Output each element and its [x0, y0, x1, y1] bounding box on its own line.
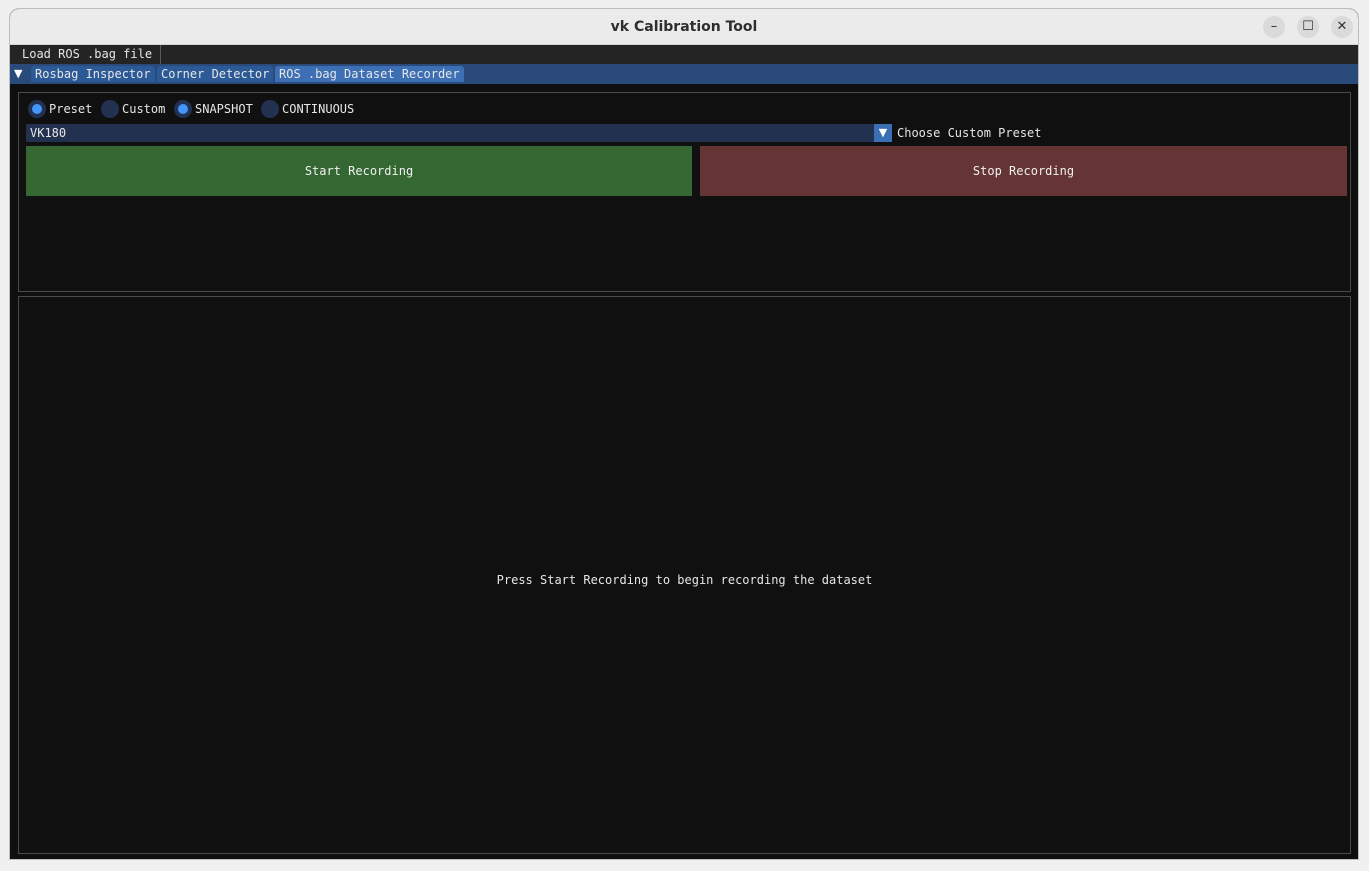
tab-rosbag-inspector[interactable]: Rosbag Inspector: [31, 66, 155, 82]
radio-preset-label: Preset: [49, 102, 93, 116]
radio-selected-icon: [28, 100, 46, 118]
recorder-controls-panel: Preset Custom SNAPSHOT CONTINUOUS VK180 …: [18, 92, 1351, 292]
menu-bar: Load ROS .bag file: [10, 45, 1358, 64]
collapse-arrow-icon[interactable]: ▼: [14, 64, 22, 84]
radio-custom-label: Custom: [122, 102, 166, 116]
radio-snapshot-label: SNAPSHOT: [195, 102, 253, 116]
title-bar[interactable]: vk Calibration Tool – ☐ ✕: [10, 9, 1358, 45]
chevron-down-icon[interactable]: ▼: [874, 124, 892, 142]
recording-hint-text: Press Start Recording to begin recording…: [496, 573, 873, 587]
radio-unselected-icon: [261, 100, 279, 118]
minimize-icon[interactable]: –: [1263, 16, 1285, 38]
tab-corner-detector[interactable]: Corner Detector: [157, 66, 274, 82]
preset-combo-label: Choose Custom Preset: [897, 126, 1042, 140]
radio-selected-icon: [174, 100, 192, 118]
tab-dataset-recorder[interactable]: ROS .bag Dataset Recorder: [275, 66, 464, 82]
window-title: vk Calibration Tool: [610, 19, 758, 35]
close-icon[interactable]: ✕: [1331, 16, 1353, 38]
preset-combo-value: VK180: [30, 126, 67, 140]
menu-load-bag-file[interactable]: Load ROS .bag file: [14, 45, 162, 64]
maximize-icon[interactable]: ☐: [1297, 16, 1319, 38]
app-window: vk Calibration Tool – ☐ ✕ Load ROS .bag …: [9, 8, 1359, 860]
radio-continuous-label: CONTINUOUS: [282, 102, 355, 116]
tab-bar: ▼ Rosbag Inspector Corner Detector ROS .…: [10, 64, 1358, 84]
preset-combo[interactable]: VK180 ▼: [26, 124, 892, 142]
start-recording-button[interactable]: Start Recording: [26, 146, 692, 196]
radio-unselected-icon: [101, 100, 119, 118]
recording-output-panel: Press Start Recording to begin recording…: [18, 296, 1351, 854]
stop-recording-button[interactable]: Stop Recording: [700, 146, 1347, 196]
